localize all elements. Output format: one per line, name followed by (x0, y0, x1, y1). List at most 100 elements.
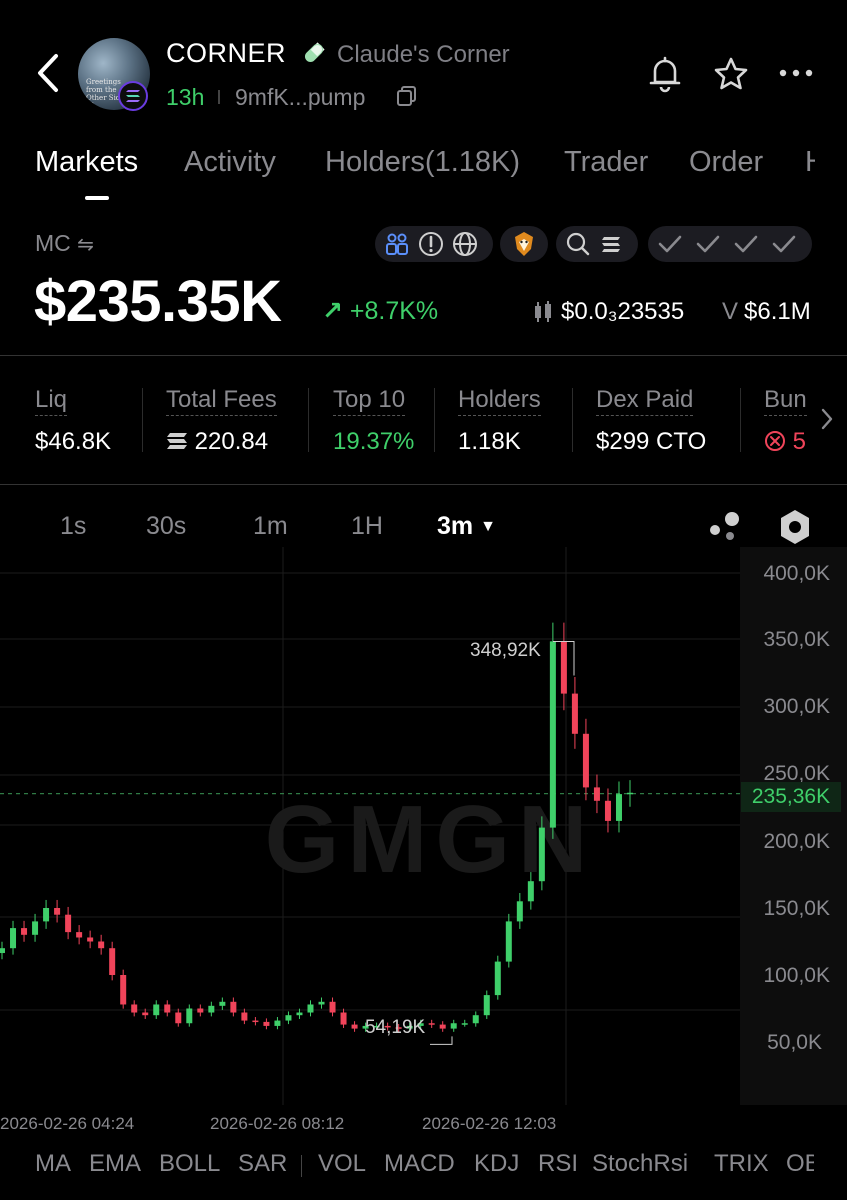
stat-label-liq[interactable]: Liq (35, 386, 68, 416)
candle-body (329, 1001, 336, 1013)
candle-body (263, 1021, 270, 1026)
eagle-icon (515, 232, 533, 256)
indicator-ema[interactable]: EMA (89, 1150, 141, 1178)
indicator-stochrsi[interactable]: StochRsi (592, 1150, 688, 1178)
info-icon (419, 232, 443, 256)
token-subtitle: Claude's Corner (337, 41, 510, 68)
bell-icon[interactable] (646, 54, 684, 94)
tab-trader[interactable]: Trader (564, 146, 648, 179)
candle-body (142, 1012, 149, 1016)
copy-icon[interactable] (396, 85, 418, 107)
timeframe-1m[interactable]: 1m (253, 512, 288, 541)
search-badges[interactable] (556, 226, 638, 262)
candle-body (527, 881, 534, 902)
divider (142, 388, 143, 452)
stat-label-total-fees[interactable]: Total Fees (166, 386, 277, 416)
candle-body (627, 792, 633, 795)
community-icon (386, 233, 408, 255)
indicator-trix[interactable]: TRIX (714, 1150, 769, 1178)
candle-body (571, 693, 578, 734)
indicator-sar[interactable]: SAR (238, 1150, 287, 1178)
stat-value-top10: 19.37% (333, 428, 415, 455)
candle-body (230, 1001, 237, 1013)
tab-order[interactable]: Order (689, 146, 763, 179)
token-name: CORNER (166, 38, 287, 68)
timeframe-3m-label: 3m (437, 512, 474, 540)
candle-body (252, 1020, 259, 1023)
divider (434, 388, 435, 452)
caret-down-icon: ▼ (480, 518, 496, 535)
candle-body (296, 1012, 303, 1016)
check-icon (696, 235, 720, 253)
candle-body (241, 1012, 248, 1021)
tab-activity[interactable]: Activity (184, 146, 276, 179)
stat-label-top10[interactable]: Top 10 (333, 386, 406, 416)
chevron-right-icon[interactable] (818, 404, 836, 434)
stat-bundle[interactable]: Bun 5 (764, 386, 814, 466)
indicator-kdj[interactable]: KDJ (474, 1150, 519, 1178)
candle-body (285, 1015, 292, 1021)
indicator-overflow[interactable]: OB (786, 1150, 814, 1184)
eagle-badge[interactable] (500, 226, 548, 262)
candle-body (208, 1005, 215, 1013)
indicator-vol[interactable]: VOL (318, 1150, 366, 1178)
candle-body (604, 800, 611, 821)
globe-icon (453, 232, 477, 256)
market-cap-change-value: +8.7K% (349, 297, 439, 325)
candle-body (219, 1001, 226, 1006)
stat-value-total-fees: 220.84 (194, 428, 269, 455)
indicator-boll[interactable]: BOLL (159, 1150, 220, 1178)
y-tick: 300,0K (763, 695, 830, 718)
indicator-ob: OB (786, 1150, 814, 1177)
contract-address[interactable]: 9mfK...pump (235, 84, 365, 111)
market-cap-change: ↗ +8.7K% (322, 296, 438, 326)
swap-icon: ⇋ (77, 234, 94, 256)
candle-body (483, 995, 490, 1016)
timeframe-1s[interactable]: 1s (60, 512, 86, 541)
candle-body (472, 1015, 479, 1024)
tab-markets[interactable]: Markets (35, 146, 138, 179)
settings-icon[interactable] (778, 508, 812, 546)
y-tick: 50,0K (767, 1031, 822, 1054)
mc-label-text: MC (35, 230, 71, 256)
candle-body (274, 1020, 281, 1026)
stat-label-dex-paid[interactable]: Dex Paid (596, 386, 694, 416)
divider (0, 484, 847, 485)
divider (308, 388, 309, 452)
timeframe-1h[interactable]: 1H (351, 512, 383, 541)
bubbles-icon[interactable] (706, 510, 744, 544)
candle-body (131, 1004, 138, 1013)
solana-icon (126, 90, 140, 102)
stat-label-holders[interactable]: Holders (458, 386, 541, 416)
more-icon[interactable] (778, 68, 814, 78)
social-badges[interactable] (375, 226, 493, 262)
indicator-ma[interactable]: MA (35, 1150, 71, 1178)
candle-body (186, 1008, 193, 1024)
candle-body (439, 1024, 446, 1029)
tab-holders[interactable]: Holders(1.18K) (325, 146, 520, 179)
tab-h: H (805, 146, 815, 178)
y-tick: 200,0K (763, 830, 830, 853)
tab-overflow[interactable]: H (805, 146, 815, 186)
divider (572, 388, 573, 452)
candle-body (109, 948, 116, 975)
audit-checks[interactable] (648, 226, 812, 262)
star-icon[interactable] (713, 56, 749, 92)
back-button[interactable] (30, 50, 70, 96)
candle-body (428, 1023, 435, 1025)
timeframe-3m[interactable]: 3m ▼ (437, 512, 496, 541)
solana-icon (167, 433, 187, 449)
timeframe-30s[interactable]: 30s (146, 512, 186, 541)
mc-label[interactable]: MC ⇋ (35, 230, 94, 257)
indicator-rsi[interactable]: RSI (538, 1150, 578, 1178)
stat-total-fees: 220.84 (166, 428, 268, 456)
search-icon (566, 232, 590, 256)
candle-body (197, 1008, 204, 1013)
check-icon (734, 235, 758, 253)
indicator-macd[interactable]: MACD (384, 1150, 455, 1178)
candlestick-icon (535, 301, 551, 322)
candle-body (351, 1024, 358, 1029)
divider (740, 388, 741, 452)
pill-icon (304, 42, 325, 63)
candle-body (54, 908, 61, 915)
